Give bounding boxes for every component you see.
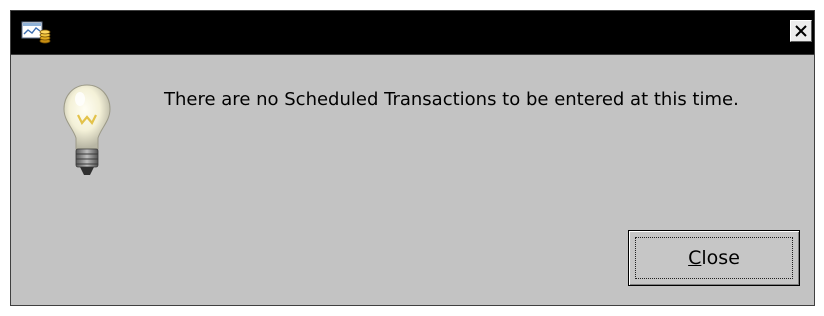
close-button-label: Close	[635, 237, 793, 279]
close-label-rest: lose	[701, 247, 740, 269]
close-icon	[795, 25, 807, 37]
dialog-window: There are no Scheduled Transactions to b…	[10, 10, 815, 306]
title-bar[interactable]	[11, 11, 814, 55]
titlebar-close-button[interactable]	[790, 20, 812, 42]
close-button[interactable]: Close	[628, 230, 800, 286]
message-text: There are no Scheduled Transactions to b…	[164, 89, 739, 110]
app-chart-coins-icon	[21, 21, 51, 45]
close-mnemonic: C	[688, 247, 702, 269]
lightbulb-icon	[61, 81, 113, 183]
